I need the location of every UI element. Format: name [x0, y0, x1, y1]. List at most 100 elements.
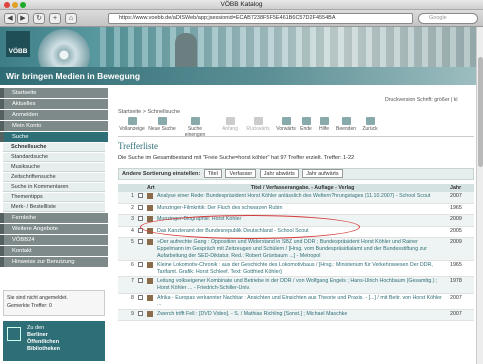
sidebar-item-aktuelles[interactable]: Aktuelles [0, 99, 108, 109]
sort-year-desc-button[interactable]: Jahr abwärts [259, 169, 299, 178]
address-bar[interactable]: https://www.voebb.de/aDISWeb/app;jsessio… [108, 13, 413, 24]
sidebar-item-fernleihe[interactable]: Fernleihe [0, 213, 108, 223]
sidebar-subitem-standardsuche[interactable]: Standardsuche [3, 153, 105, 162]
sort-year-asc-button[interactable]: Jahr aufwärts [302, 169, 343, 178]
zoom-window-button[interactable] [20, 2, 26, 8]
forward-button[interactable]: ▶ [17, 13, 29, 24]
slogan-bar: Wir bringen Medien in Bewegung [0, 67, 483, 85]
row-checkbox[interactable] [138, 204, 143, 210]
row-checkbox[interactable] [138, 239, 143, 245]
tool-neue-suche[interactable]: Neue Suche [148, 117, 176, 132]
tool-label: Anfang [222, 126, 238, 132]
berlin-line-3: Öffentlichen [27, 339, 60, 345]
media-type-icon [147, 216, 153, 223]
tool-ende[interactable]: Ende [296, 117, 316, 132]
tool-label: Zurück [362, 126, 378, 132]
tool-zurueck[interactable]: Zurück [356, 117, 384, 132]
row-checkbox[interactable] [138, 193, 143, 198]
sidebar-item-weitere-angebote[interactable]: Weitere Angebote [0, 224, 108, 234]
media-type-icon [147, 262, 153, 269]
result-title-link[interactable]: »Der aufrechte Gang : Opposition und Wid… [155, 237, 448, 262]
berlin-libraries-icon [7, 327, 21, 341]
berlin-libraries-link[interactable]: Zu den Berliner Öffentlichen Bibliotheke… [3, 321, 105, 361]
media-type-icon [147, 310, 153, 317]
back-button[interactable]: ◀ [4, 13, 16, 24]
scrollbar-thumb[interactable] [478, 57, 483, 167]
tool-vollanzeige[interactable]: Vollanzeige [118, 117, 146, 132]
reload-button[interactable]: ↻ [33, 13, 45, 24]
result-title-link[interactable]: Leitung volkseigener Kombinate und Betri… [155, 276, 448, 294]
close-window-button[interactable] [4, 2, 10, 8]
media-type-icon [147, 227, 153, 234]
row-checkbox[interactable] [138, 278, 143, 284]
sidebar-subitem-thementipps[interactable]: Thementipps [3, 193, 105, 202]
table-row: 2 Munzinger-Filmkritik: Der Fluch des sc… [118, 203, 474, 216]
sidebar-subitem-merkliste[interactable]: Merk- / Bestellliste [3, 203, 105, 212]
sidebar-item-kontakt[interactable]: Kontakt [0, 246, 108, 256]
berlin-line-4: Bibliotheken [27, 346, 61, 352]
search-placeholder: Google [429, 15, 447, 21]
plus-icon: + [52, 15, 58, 22]
table-row: 7 Leitung volkseigener Kombinate und Bet… [118, 276, 474, 294]
tool-suche-einengen[interactable]: Suche einengen [178, 117, 212, 138]
media-type-icon [147, 239, 153, 246]
result-year: 2009 [448, 214, 474, 227]
sort-by-author-button[interactable]: Verfasser [225, 169, 257, 178]
browser-toolbar: ◀ ▶ ↻ + ⌂ https://www.voebb.de/aDISWeb/a… [0, 10, 483, 27]
sidebar-subitem-zeitschriftensuche[interactable]: Zeitschriftensuche [3, 173, 105, 182]
result-year: 1965 [448, 260, 474, 278]
result-title-link[interactable]: Afrika - Europas verkannter Nachbar : An… [155, 293, 448, 310]
sidebar-subitem-musiksuche[interactable]: Musiksuche [3, 163, 105, 172]
font-size-links[interactable]: Druckversion Schrift: größer | kl [385, 97, 458, 103]
table-row: 6 Kleine Lokomotiv-Chronik : aus der Ges… [118, 260, 474, 278]
sidebar-item-startseite[interactable]: Startseite [0, 88, 108, 98]
forward-arrow-icon: ▶ [20, 15, 26, 22]
sidebar-item-voebb24[interactable]: VÖBB24 [0, 235, 108, 245]
result-title-link[interactable]: Munzinger-Filmkritik: Der Fluch des schw… [155, 203, 448, 216]
result-year: 2007 [448, 192, 474, 204]
header-checkbox [136, 184, 145, 192]
previous-page-icon [253, 117, 263, 125]
home-icon: ⌂ [68, 15, 74, 22]
sidebar-item-anmelden[interactable]: Anmelden [0, 110, 108, 120]
result-title-link[interactable]: Munzinger-Biographie: Horst Köhler [155, 214, 448, 227]
sidebar-subitem-kommentare[interactable]: Suche in Kommentaren [3, 183, 105, 192]
result-title-link[interactable]: Zwerch trifft Fell : [DVD Video]. - S. /… [155, 309, 448, 322]
tool-label: Suche einengen [184, 126, 206, 138]
result-title-link[interactable]: Kleine Lokomotiv-Chronik : aus der Gesch… [155, 260, 448, 278]
row-number: 8 [118, 293, 136, 310]
voebb-logo[interactable]: VÖBB [6, 31, 30, 57]
tool-label: Rückwärts [246, 126, 270, 132]
row-checkbox[interactable] [138, 310, 143, 316]
sidebar-item-hinweise[interactable]: Hinweise zur Benutzung [0, 257, 108, 267]
add-bookmark-button[interactable]: + [49, 13, 61, 24]
login-status-text: Sie sind nicht angemeldet. [7, 295, 68, 301]
sort-by-title-button[interactable]: Titel [203, 169, 222, 178]
next-page-icon [281, 117, 291, 125]
row-checkbox[interactable] [138, 227, 143, 233]
berlin-line-1: Zu den [27, 325, 45, 331]
row-checkbox[interactable] [138, 262, 143, 268]
tool-hilfe[interactable]: Hilfe [314, 117, 334, 132]
row-checkbox[interactable] [138, 294, 143, 300]
result-title-link[interactable]: Das Kanzleramt der Bundesrepublik Deutsc… [155, 226, 448, 239]
tool-anfang[interactable]: Anfang [216, 117, 244, 132]
minimize-window-button[interactable] [12, 2, 18, 8]
result-title-link[interactable]: Analyse einer Rede: Bundespräsident Hors… [155, 192, 448, 204]
home-button[interactable]: ⌂ [65, 13, 77, 24]
sidebar-item-suche[interactable]: Suche [0, 132, 108, 142]
row-checkbox[interactable] [138, 216, 143, 222]
tool-rueckwaerts[interactable]: Rückwärts [244, 117, 272, 132]
row-number: 2 [118, 203, 136, 216]
table-row: 4 Das Kanzleramt der Bundesrepublik Deut… [118, 226, 474, 239]
page-scrollbar[interactable] [476, 27, 483, 364]
tool-label: Vollanzeige [119, 126, 145, 132]
reload-icon: ↻ [36, 15, 42, 22]
tool-label: Ende [300, 126, 312, 132]
browser-search-input[interactable]: Google [418, 13, 478, 24]
media-type-icon [147, 294, 153, 301]
new-search-icon [157, 117, 167, 125]
sidebar-subitem-schnellsuche[interactable]: Schnellsuche [3, 143, 105, 152]
tool-label: Neue Suche [148, 126, 176, 132]
sidebar-item-mein-konto[interactable]: Mein Konto [0, 121, 108, 131]
